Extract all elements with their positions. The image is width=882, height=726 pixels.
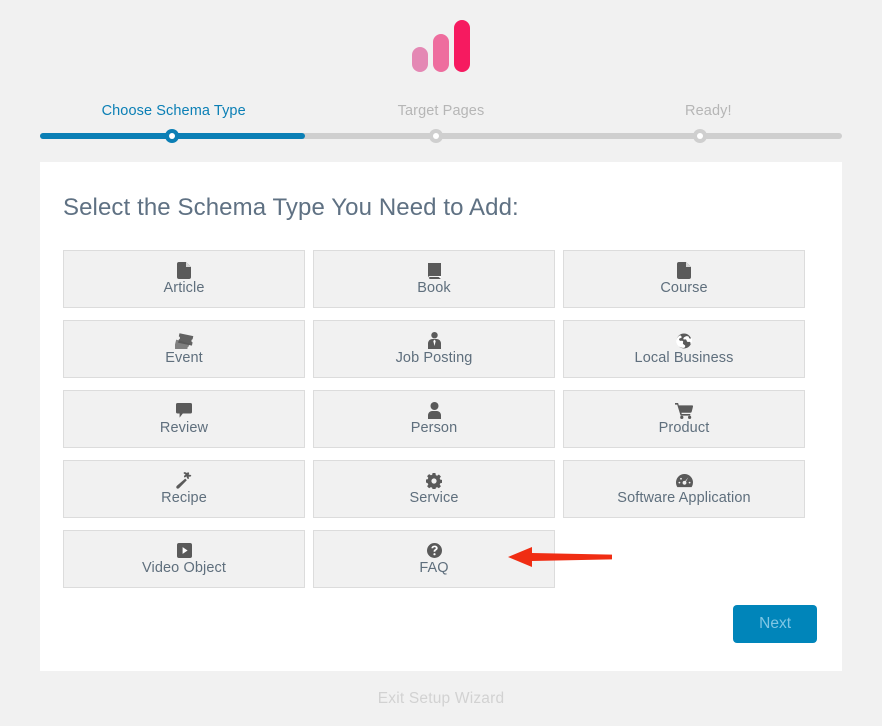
schema-card-label: Local Business [635,350,734,366]
schema-card-label: Job Posting [396,350,473,366]
book-icon [427,262,442,279]
schema-card-label: Review [160,420,208,436]
play-square-icon [177,542,192,559]
schema-card-label: Person [411,420,458,436]
schema-card-video-object[interactable]: Video Object [63,530,305,588]
schema-card-person[interactable]: Person [313,390,555,448]
schema-card-label: Product [659,420,710,436]
page-title: Select the Schema Type You Need to Add: [40,162,842,222]
tickets-icon [175,332,194,349]
schema-card-label: Software Application [617,490,750,506]
schema-card-label: Event [165,350,203,366]
schema-card-recipe[interactable]: Recipe [63,460,305,518]
user-icon [428,402,441,419]
exit-setup-wizard-link[interactable]: Exit Setup Wizard [0,690,882,708]
file-icon [177,262,191,279]
schema-card-software-application[interactable]: Software Application [563,460,805,518]
schema-card-service[interactable]: Service [313,460,555,518]
schema-card-review[interactable]: Review [63,390,305,448]
schema-card-label: Book [417,280,450,296]
schema-card-label: Recipe [161,490,207,506]
schema-card-label: FAQ [419,560,448,576]
next-button-row: Next [733,605,817,643]
shopping-cart-icon [675,402,693,419]
wizard-step-labels: Choose Schema Type Target Pages Ready! [40,92,842,130]
globe-icon [676,332,692,349]
schema-card-label: Article [164,280,205,296]
logo-bar-short [412,47,428,72]
wizard-progress: Choose Schema Type Target Pages Ready! [40,92,842,147]
schema-card-article[interactable]: Article [63,250,305,308]
logo-bar-tall [454,20,470,72]
carrot-icon [176,472,193,489]
logo-bar-medium [433,34,449,72]
schema-card-event[interactable]: Event [63,320,305,378]
file-icon [677,262,691,279]
schema-card-label: Service [409,490,458,506]
logo-container [0,0,882,92]
next-button[interactable]: Next [733,605,817,643]
progress-dot-step-3[interactable] [693,129,707,143]
schema-card-course[interactable]: Course [563,250,805,308]
wizard-step-choose-schema-type[interactable]: Choose Schema Type [40,92,307,130]
person-tie-icon [428,332,441,349]
progress-dot-step-2[interactable] [429,129,443,143]
gear-icon [426,472,442,489]
tachometer-icon [676,472,693,489]
question-circle-icon [427,542,442,559]
schema-card-faq[interactable]: FAQ [313,530,555,588]
schema-card-job-posting[interactable]: Job Posting [313,320,555,378]
schema-card-book[interactable]: Book [313,250,555,308]
schema-type-grid: Article Book Course [40,222,842,588]
schema-card-label: Video Object [142,560,226,576]
wizard-panel: Select the Schema Type You Need to Add: … [40,162,842,671]
progress-dot-step-1[interactable] [165,129,179,143]
comment-icon [176,402,192,419]
schema-card-product[interactable]: Product [563,390,805,448]
schema-card-local-business[interactable]: Local Business [563,320,805,378]
schema-plugin-logo [412,20,470,72]
schema-card-label: Course [660,280,707,296]
wizard-step-ready[interactable]: Ready! [575,92,842,130]
wizard-step-target-pages[interactable]: Target Pages [307,92,574,130]
